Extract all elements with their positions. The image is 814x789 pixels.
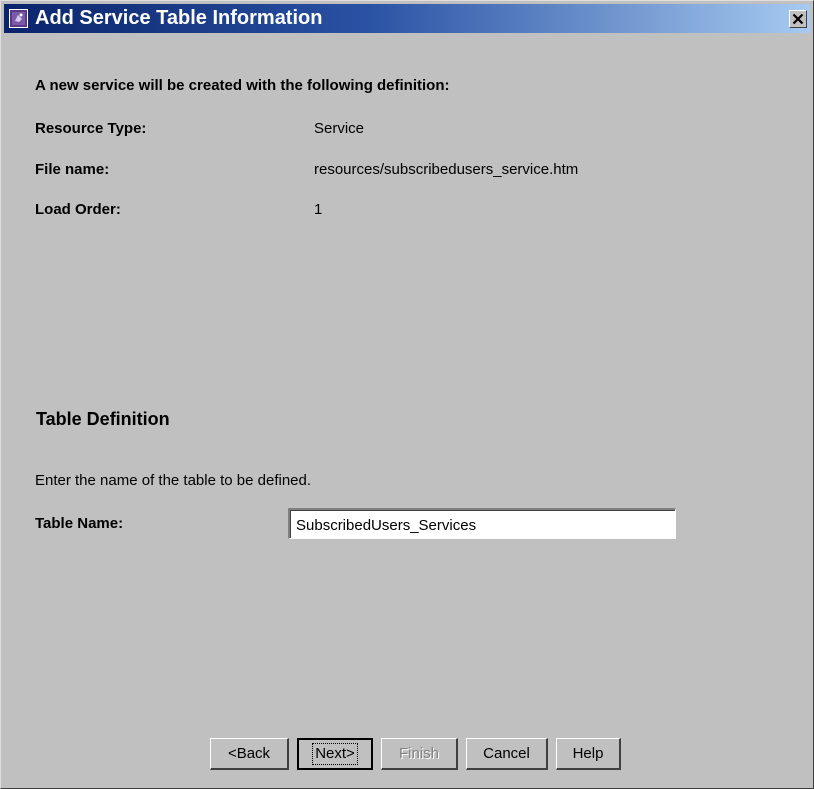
resource-type-value: Service [314, 120, 365, 137]
table-name-label: Table Name: [35, 515, 124, 532]
next-button-label: Next> [312, 743, 358, 765]
table-name-input[interactable] [288, 508, 676, 539]
title-bar[interactable]: Add Service Table Information [4, 4, 810, 33]
cancel-button[interactable]: Cancel [466, 738, 548, 770]
dialog-window: Add Service Table Information A new serv… [0, 0, 814, 789]
back-button[interactable]: <Back [210, 738, 289, 770]
app-icon [9, 9, 28, 28]
file-name-value: resources/subscribedusers_service.htm [314, 161, 579, 178]
finish-button: Finish [381, 738, 458, 770]
table-instruction: Enter the name of the table to be define… [35, 472, 312, 489]
window-title: Add Service Table Information [35, 7, 323, 29]
load-order-label: Load Order: [35, 201, 121, 218]
intro-text: A new service will be created with the f… [35, 77, 450, 94]
resource-type-label: Resource Type: [35, 120, 147, 137]
file-name-label: File name: [35, 161, 110, 178]
close-button[interactable] [789, 10, 807, 28]
table-definition-heading: Table Definition [36, 409, 170, 429]
load-order-value: 1 [314, 201, 323, 218]
help-button[interactable]: Help [556, 738, 621, 770]
close-icon [792, 13, 804, 25]
next-button[interactable]: Next> [297, 738, 373, 770]
